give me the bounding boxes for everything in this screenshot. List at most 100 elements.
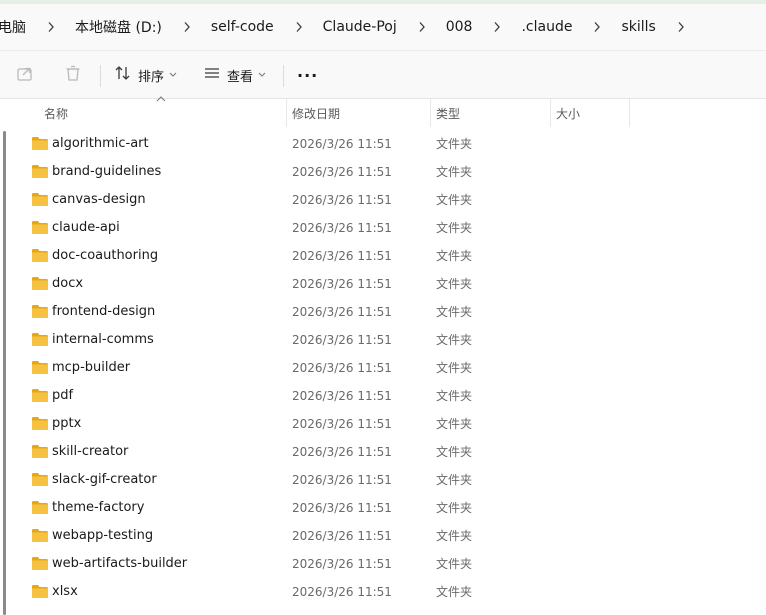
file-modified-date: 2026/3/26 11:51 <box>292 501 392 515</box>
file-modified-date: 2026/3/26 11:51 <box>292 277 392 291</box>
file-type: 文件夹 <box>436 333 473 347</box>
file-row[interactable]: xlsx 2026/3/26 11:51 文件夹 <box>20 578 760 606</box>
file-modified-date: 2026/3/26 11:51 <box>292 193 392 207</box>
file-name: mcp-builder <box>52 360 131 375</box>
file-modified-date: 2026/3/26 11:51 <box>292 445 392 459</box>
chevron-right-icon[interactable] <box>672 18 690 36</box>
file-row[interactable]: pptx 2026/3/26 11:51 文件夹 <box>20 410 760 438</box>
column-divider[interactable] <box>430 99 431 127</box>
file-row[interactable]: canvas-design 2026/3/26 11:51 文件夹 <box>20 186 760 214</box>
chevron-down-icon <box>169 72 177 78</box>
file-row[interactable]: internal-comms 2026/3/26 11:51 文件夹 <box>20 326 760 354</box>
toolbar-divider <box>100 65 101 87</box>
toolbar-divider <box>283 65 284 87</box>
file-type: 文件夹 <box>436 221 473 235</box>
file-explorer-window: 电脑 本地磁盘 (D:) self-code Claude-Poj 008 .claude… <box>0 0 766 615</box>
breadcrumb-item[interactable]: 008 <box>442 16 477 38</box>
file-type: 文件夹 <box>436 557 473 571</box>
chevron-right-icon[interactable] <box>588 18 606 36</box>
folder-icon <box>32 305 48 318</box>
view-label: 查看 <box>227 69 254 85</box>
file-row[interactable]: skill-creator 2026/3/26 11:51 文件夹 <box>20 438 760 466</box>
breadcrumb[interactable]: 电脑 本地磁盘 (D:) self-code Claude-Poj 008 .claude… <box>0 4 766 51</box>
file-modified-date: 2026/3/26 11:51 <box>292 305 392 319</box>
folder-icon <box>32 473 48 486</box>
file-type: 文件夹 <box>436 585 473 599</box>
file-name: internal-comms <box>52 332 154 347</box>
file-row[interactable]: webapp-testing 2026/3/26 11:51 文件夹 <box>20 522 760 550</box>
file-type: 文件夹 <box>436 501 473 515</box>
breadcrumb-item[interactable]: 电脑 <box>0 14 30 40</box>
file-modified-date: 2026/3/26 11:51 <box>292 333 392 347</box>
file-name: webapp-testing <box>52 528 154 543</box>
column-divider[interactable] <box>629 99 630 127</box>
command-bar: 排序 查看 ··· <box>0 51 766 99</box>
column-divider[interactable] <box>550 99 551 127</box>
chevron-right-icon[interactable] <box>488 18 506 36</box>
file-row[interactable]: algorithmic-art 2026/3/26 11:51 文件夹 <box>20 130 760 158</box>
chevron-right-icon[interactable] <box>413 18 431 36</box>
file-row[interactable]: slack-gif-creator 2026/3/26 11:51 文件夹 <box>20 466 760 494</box>
more-options-button[interactable]: ··· <box>297 61 318 89</box>
sort-label: 排序 <box>138 69 165 85</box>
folder-icon <box>32 361 48 374</box>
chevron-right-icon[interactable] <box>42 18 60 36</box>
folder-icon <box>32 165 48 178</box>
breadcrumb-item[interactable]: Claude-Poj <box>319 16 401 38</box>
file-row[interactable]: mcp-builder 2026/3/26 11:51 文件夹 <box>20 354 760 382</box>
file-name: xlsx <box>52 584 78 599</box>
file-row[interactable]: theme-factory 2026/3/26 11:51 文件夹 <box>20 494 760 522</box>
folder-icon <box>32 193 48 206</box>
file-modified-date: 2026/3/26 11:51 <box>292 473 392 487</box>
file-name: frontend-design <box>52 304 156 319</box>
file-row[interactable]: claude-api 2026/3/26 11:51 文件夹 <box>20 214 760 242</box>
file-name: theme-factory <box>52 500 145 515</box>
file-modified-date: 2026/3/26 11:51 <box>292 557 392 571</box>
column-header-row: 名称 修改日期 类型 大小 <box>0 96 766 127</box>
breadcrumb-item[interactable]: skills <box>617 16 659 38</box>
breadcrumb-item[interactable]: 本地磁盘 (D:) <box>71 14 166 40</box>
file-type: 文件夹 <box>436 165 473 179</box>
more-icon: ··· <box>297 65 319 85</box>
column-header-modified[interactable]: 修改日期 <box>292 99 340 127</box>
view-button[interactable]: 查看 <box>203 61 266 89</box>
folder-icon <box>32 585 48 598</box>
file-type: 文件夹 <box>436 529 473 543</box>
folder-icon <box>32 501 48 514</box>
breadcrumb-item[interactable]: .claude <box>517 16 576 38</box>
file-list: algorithmic-art 2026/3/26 11:51 文件夹 brand-g… <box>0 130 766 615</box>
column-divider[interactable] <box>286 99 287 127</box>
file-row[interactable]: frontend-design 2026/3/26 11:51 文件夹 <box>20 298 760 326</box>
file-modified-date: 2026/3/26 11:51 <box>292 585 392 599</box>
chevron-right-icon[interactable] <box>290 18 308 36</box>
file-row[interactable]: pdf 2026/3/26 11:51 文件夹 <box>20 382 760 410</box>
file-row[interactable]: doc-coauthoring 2026/3/26 11:51 文件夹 <box>20 242 760 270</box>
file-type: 文件夹 <box>436 361 473 375</box>
folder-icon <box>32 249 48 262</box>
sort-icon <box>114 64 132 86</box>
folder-icon <box>32 137 48 150</box>
file-type: 文件夹 <box>436 305 473 319</box>
file-row[interactable]: web-artifacts-builder 2026/3/26 11:51 文件夹 <box>20 550 760 578</box>
file-name: skill-creator <box>52 444 129 459</box>
share-button[interactable] <box>14 61 36 89</box>
folder-icon <box>32 417 48 430</box>
file-type: 文件夹 <box>436 473 473 487</box>
sort-button[interactable]: 排序 <box>114 61 177 89</box>
file-name: canvas-design <box>52 192 146 207</box>
file-modified-date: 2026/3/26 11:51 <box>292 389 392 403</box>
folder-icon <box>32 529 48 542</box>
folder-icon <box>32 389 48 402</box>
file-type: 文件夹 <box>436 193 473 207</box>
file-name: pptx <box>52 416 82 431</box>
breadcrumb-item[interactable]: self-code <box>207 16 278 38</box>
sort-ascending-icon <box>156 96 166 102</box>
column-header-size[interactable]: 大小 <box>556 99 580 127</box>
file-row[interactable]: docx 2026/3/26 11:51 文件夹 <box>20 270 760 298</box>
column-header-type[interactable]: 类型 <box>436 99 460 127</box>
delete-button[interactable] <box>62 61 84 89</box>
column-header-name[interactable]: 名称 <box>44 99 68 127</box>
chevron-right-icon[interactable] <box>178 18 196 36</box>
file-row[interactable]: brand-guidelines 2026/3/26 11:51 文件夹 <box>20 158 760 186</box>
file-name: slack-gif-creator <box>52 472 157 487</box>
